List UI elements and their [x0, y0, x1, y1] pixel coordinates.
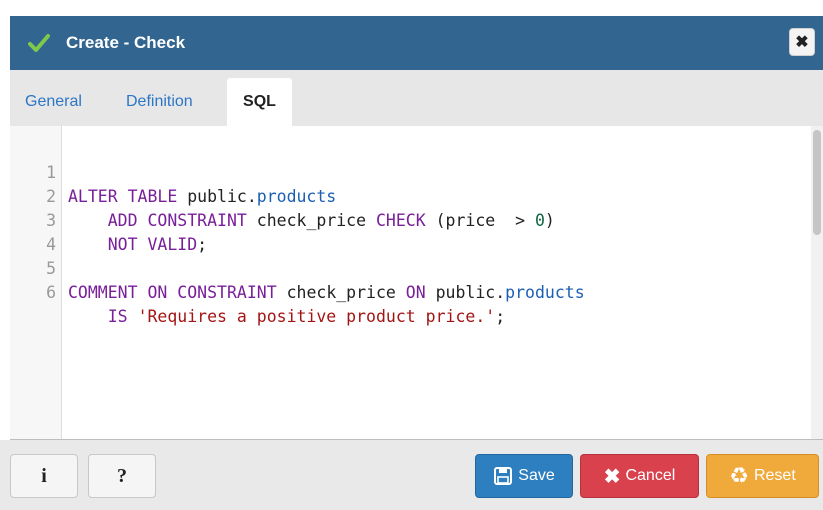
code-line: 5 COMMENT ON CONSTRAINT check_price ON p…: [10, 233, 823, 302]
info-button[interactable]: i: [10, 454, 78, 498]
tab-sql[interactable]: SQL: [227, 78, 292, 126]
floppy-disk-icon: [493, 466, 513, 486]
reset-label: Reset: [753, 467, 796, 484]
dialog-titlebar: Create - Check ✖: [10, 16, 823, 70]
help-icon: ?: [117, 464, 127, 487]
sql-schema: public: [435, 283, 496, 302]
help-button[interactable]: ?: [88, 454, 156, 498]
sql-editor[interactable]: 1 ALTER TABLE public.products 2 ADD CONS…: [10, 126, 823, 440]
sql-keyword: CONSTRAINT: [177, 283, 277, 302]
sql-identifier: check_price: [286, 283, 396, 302]
sql-keyword: ON: [147, 283, 168, 302]
recycle-icon: ♻: [729, 463, 749, 488]
cancel-button[interactable]: ✖ Cancel: [580, 454, 699, 498]
save-label: Save: [518, 467, 555, 484]
info-icon: i: [41, 464, 47, 487]
sql-table: products: [505, 283, 585, 302]
reset-button[interactable]: ♻ Reset: [706, 454, 819, 498]
close-icon: ✖: [795, 34, 809, 51]
dialog-title: Create - Check: [66, 33, 186, 52]
create-check-dialog: Create - Check ✖ General Definition SQL …: [0, 0, 823, 510]
sql-string: 'Requires a positive product price.': [137, 307, 496, 326]
sql-keyword: ON: [405, 283, 426, 302]
code-line: 2 ADD CONSTRAINT check_price CHECK (pric…: [10, 161, 823, 230]
sql-keyword: IS: [107, 307, 128, 326]
tab-general[interactable]: General: [25, 78, 82, 126]
code-line: 1 ALTER TABLE public.products: [10, 137, 823, 206]
check-constraint-icon: [28, 32, 50, 54]
save-button[interactable]: Save: [475, 454, 573, 498]
sql-punct: ;: [495, 307, 506, 326]
line-number: 6: [46, 283, 56, 302]
close-button[interactable]: ✖: [789, 28, 815, 56]
code-line: 6 IS 'Requires a positive product price.…: [10, 257, 823, 326]
code-line: 3 NOT VALID;: [10, 185, 823, 254]
code-line: 4: [10, 209, 823, 254]
tab-bar: General Definition SQL: [10, 70, 823, 126]
scrollbar-thumb[interactable]: [813, 130, 821, 235]
x-icon: ✖: [603, 465, 621, 488]
cancel-label: Cancel: [625, 467, 676, 484]
dialog-footer: i ? Save ✖ Cancel ♻ Reset: [0, 440, 823, 510]
tab-definition[interactable]: Definition: [126, 78, 193, 126]
editor-scrollbar[interactable]: [811, 126, 823, 439]
sql-punct: .: [495, 283, 506, 302]
